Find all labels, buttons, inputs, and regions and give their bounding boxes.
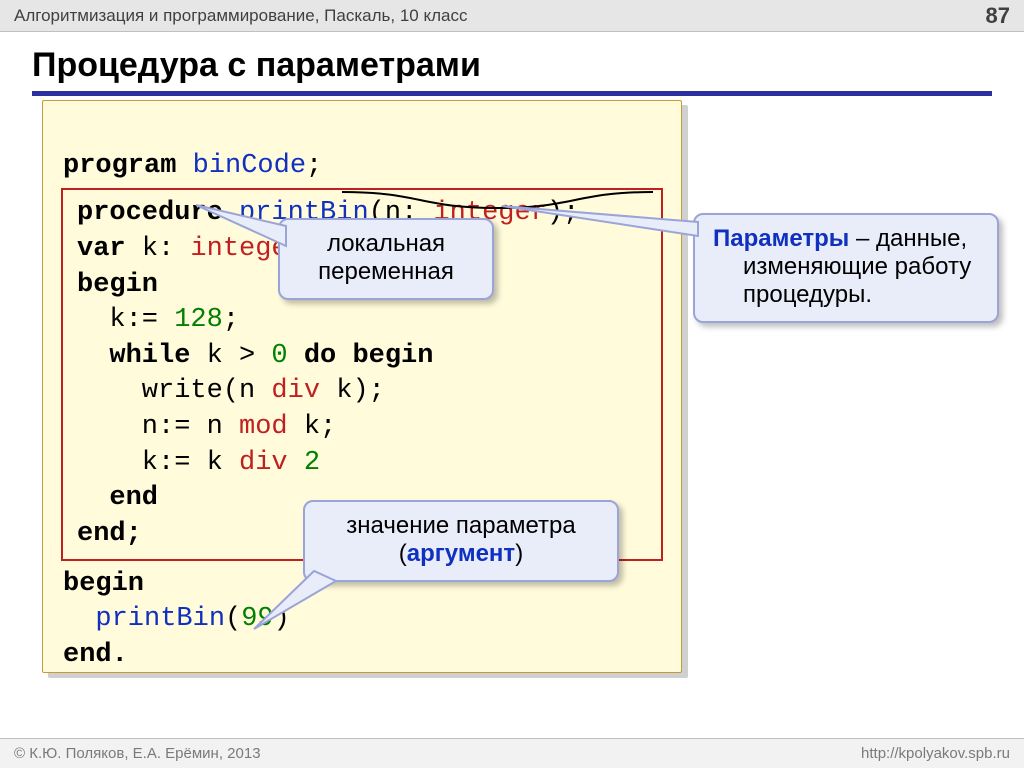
callout-parameters: Параметры – данные, изменяющие работу пр… bbox=[693, 213, 999, 323]
code-token: : bbox=[158, 234, 174, 264]
code-token: end; bbox=[77, 519, 142, 549]
code-token: 128 bbox=[174, 305, 223, 335]
callout-text: аргумент bbox=[407, 540, 515, 567]
slide: Алгоритмизация и программирование, Паска… bbox=[0, 0, 1024, 768]
code-token: k:= bbox=[77, 448, 190, 478]
footer-bar: © К.Ю. Поляков, Е.А. Ерёмин, 2013 http:/… bbox=[0, 738, 1024, 768]
code-token: printBin bbox=[63, 604, 225, 634]
code-token: end. bbox=[63, 640, 128, 670]
code-token: begin bbox=[63, 569, 144, 599]
callout-text: локальная bbox=[298, 230, 474, 258]
code-token: ) bbox=[547, 198, 563, 228]
callout-text: – данные, bbox=[849, 225, 967, 252]
code-token: ; bbox=[563, 198, 579, 228]
code-token: n:= bbox=[77, 412, 190, 442]
callout-text: ( bbox=[399, 540, 407, 567]
code-token: ) bbox=[274, 604, 290, 634]
page-number: 87 bbox=[986, 3, 1010, 29]
code-token: while bbox=[77, 341, 190, 371]
callout-text: изменяющие работу bbox=[743, 253, 971, 281]
code-token: div bbox=[255, 376, 320, 406]
code-token: k; bbox=[288, 412, 337, 442]
callout-text: Параметры bbox=[713, 225, 849, 252]
code-token: div bbox=[223, 448, 288, 478]
code-token: n bbox=[190, 412, 222, 442]
code-token: end bbox=[77, 483, 158, 513]
code-token bbox=[174, 234, 190, 264]
code-token: ; bbox=[223, 305, 239, 335]
footer-url: http://kpolyakov.spb.ru bbox=[861, 745, 1010, 762]
code-token: 99 bbox=[241, 604, 273, 634]
callout-local-variable: локальная переменная bbox=[278, 218, 494, 300]
code-token: k bbox=[190, 341, 222, 371]
code-token: procedure bbox=[77, 198, 223, 228]
code-token: ; bbox=[306, 151, 322, 181]
code-token: k bbox=[142, 234, 158, 264]
code-block: program binCode; procedure printBin(n: i… bbox=[42, 100, 682, 673]
code-token: 0 bbox=[255, 341, 287, 371]
code-token: k:= bbox=[77, 305, 158, 335]
code-token: begin bbox=[77, 270, 158, 300]
code-token: do begin bbox=[288, 341, 434, 371]
code-token: program bbox=[63, 151, 176, 181]
callout-argument: значение параметра (аргумент) bbox=[303, 500, 619, 582]
code-token: k); bbox=[320, 376, 385, 406]
code-token: binCode bbox=[193, 151, 306, 181]
code-token: k bbox=[190, 448, 222, 478]
footer-copyright: © К.Ю. Поляков, Е.А. Ерёмин, 2013 bbox=[14, 745, 261, 762]
code-token: > bbox=[223, 341, 255, 371]
code-token: ( bbox=[225, 604, 241, 634]
code-token: mod bbox=[223, 412, 288, 442]
page-title: Процедура с параметрами bbox=[32, 46, 992, 96]
callout-text: процедуры. bbox=[743, 281, 872, 309]
callout-text: ) bbox=[515, 540, 523, 567]
callout-text: переменная bbox=[298, 258, 474, 286]
callout-text: значение параметра bbox=[323, 512, 599, 540]
code-token: var bbox=[77, 234, 126, 264]
header-bar: Алгоритмизация и программирование, Паска… bbox=[0, 0, 1024, 32]
header-subject: Алгоритмизация и программирование, Паска… bbox=[14, 6, 467, 26]
code-token: 2 bbox=[288, 448, 320, 478]
code-token: write(n bbox=[77, 376, 255, 406]
